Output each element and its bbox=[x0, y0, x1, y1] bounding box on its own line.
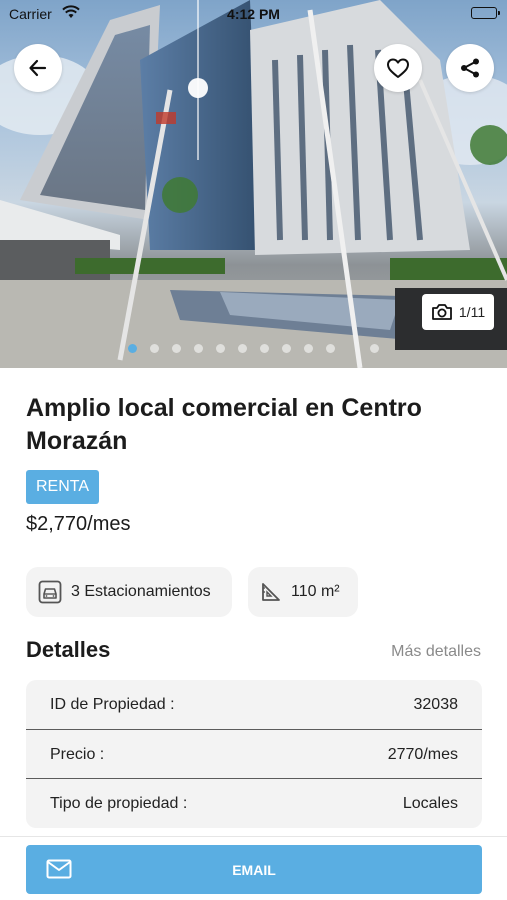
share-icon bbox=[461, 58, 479, 78]
detail-label: ID de Propiedad : bbox=[50, 696, 175, 713]
battery-icon bbox=[471, 7, 500, 19]
status-bar: Carrier 4:12 PM bbox=[0, 0, 507, 28]
pagination-dot[interactable] bbox=[238, 344, 247, 353]
share-button[interactable] bbox=[446, 44, 494, 92]
detail-row: ID de Propiedad : 32038 bbox=[26, 680, 482, 729]
details-heading: Detalles bbox=[26, 637, 111, 662]
property-photo-gallery[interactable]: Carrier 4:12 PM 1/11 bbox=[0, 0, 507, 368]
feature-parking: 3 Estacionamientos bbox=[26, 567, 232, 617]
footer-divider bbox=[0, 836, 507, 837]
heart-icon bbox=[387, 58, 409, 78]
listing-price: $2,770/mes bbox=[26, 513, 131, 535]
pagination-dot[interactable] bbox=[216, 344, 225, 353]
pagination-dot[interactable] bbox=[128, 344, 137, 353]
details-table: ID de Propiedad : 32038 Precio : 2770/me… bbox=[26, 680, 482, 828]
pagination-dot[interactable] bbox=[326, 344, 335, 353]
detail-label: Tipo de propiedad : bbox=[50, 795, 188, 812]
photo-counter-text: 1/11 bbox=[458, 304, 486, 320]
email-button-label: EMAIL bbox=[232, 861, 276, 878]
pagination-dot[interactable] bbox=[260, 344, 269, 353]
pagination-dot[interactable] bbox=[370, 344, 379, 353]
pagination-dot[interactable] bbox=[304, 344, 313, 353]
listing-type-badge: RENTA bbox=[26, 470, 100, 504]
photo-counter[interactable]: 1/11 bbox=[422, 294, 494, 330]
feature-area: 110 m² bbox=[248, 567, 358, 617]
back-button[interactable] bbox=[14, 44, 62, 92]
favorite-button[interactable] bbox=[374, 44, 422, 92]
pagination-dot[interactable] bbox=[150, 344, 159, 353]
pagination-dot[interactable] bbox=[194, 344, 203, 353]
detail-row: Tipo de propiedad : Locales bbox=[26, 778, 482, 827]
mail-icon bbox=[46, 859, 72, 882]
email-button[interactable]: EMAIL bbox=[26, 845, 482, 894]
arrow-left-icon bbox=[29, 59, 47, 77]
pagination-dot[interactable] bbox=[172, 344, 181, 353]
gallery-pagination bbox=[0, 344, 507, 354]
detail-value: Locales bbox=[402, 795, 458, 812]
clock: 4:12 PM bbox=[227, 6, 280, 22]
listing-title: Amplio local comercial en Centro Morazán bbox=[26, 394, 422, 455]
pagination-dot[interactable] bbox=[282, 344, 291, 353]
more-details-link[interactable]: Más detalles bbox=[391, 643, 481, 661]
feature-area-label: 110 m² bbox=[291, 583, 340, 600]
car-icon bbox=[38, 580, 62, 604]
camera-icon bbox=[431, 304, 452, 320]
detail-value: 32038 bbox=[413, 696, 459, 713]
detail-row: Precio : 2770/mes bbox=[26, 729, 482, 778]
detail-label: Precio : bbox=[50, 746, 105, 763]
feature-parking-label: 3 Estacionamientos bbox=[71, 583, 211, 600]
detail-value: 2770/mes bbox=[387, 746, 458, 763]
ruler-icon bbox=[260, 581, 282, 603]
